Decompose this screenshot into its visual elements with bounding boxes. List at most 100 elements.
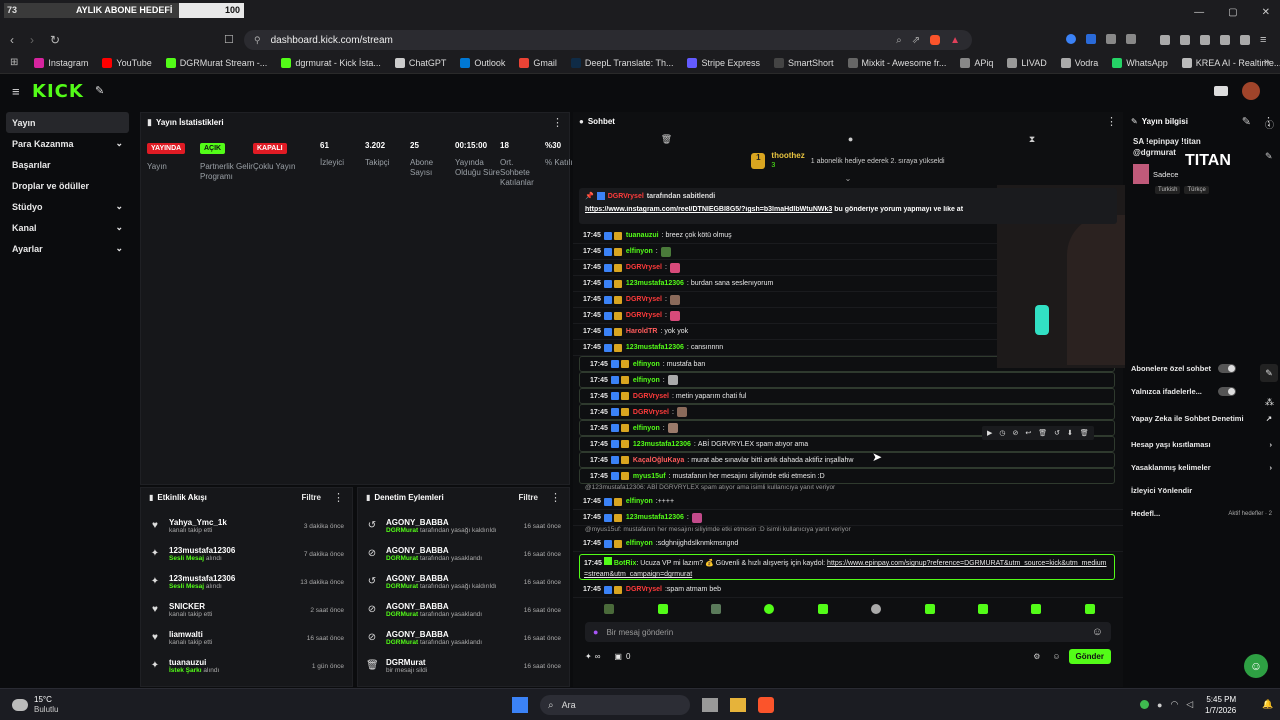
sidebar-item-label[interactable]: Ayarlar <box>12 244 43 254</box>
chevron-down-icon[interactable]: ⌄ <box>115 222 123 233</box>
slash-icon[interactable]: ⊘ <box>1013 429 1019 437</box>
chat-setting-item[interactable]: Yasaklanmış kelimeler › <box>1125 456 1280 479</box>
extension-icon[interactable] <box>1106 34 1116 44</box>
sidebar-item-label[interactable]: Yayın <box>12 118 36 128</box>
chat-setting-item[interactable]: Hesap yaşı kısıtlaması › <box>1125 433 1280 456</box>
clock[interactable]: 5:45 PM 1/7/2026 <box>1205 694 1236 716</box>
feed-user[interactable]: Yahya_Ymc_1k <box>169 518 227 527</box>
delete-icon[interactable]: 🗑 <box>1080 429 1089 437</box>
start-icon[interactable] <box>512 697 528 713</box>
media-icon[interactable] <box>1160 35 1170 45</box>
chat-setting-item[interactable]: Yapay Zeka ile Sohbet Denetimi ↗ <box>1125 403 1280 433</box>
bookmark-item[interactable]: WhatsApp <box>1112 57 1168 68</box>
sidebar-item[interactable]: Stüdyo ⌄ <box>0 196 135 217</box>
gift-user[interactable]: thoothez <box>771 151 804 161</box>
sidebar-item-label[interactable]: Para Kazanma <box>12 139 74 149</box>
tag[interactable]: Turkish <box>1155 186 1181 194</box>
sidebar-item-label[interactable]: Başarılar <box>12 160 51 170</box>
edit-icon[interactable]: ✎ <box>1265 151 1274 162</box>
notification-icon[interactable]: 🔔 <box>1262 699 1273 710</box>
leo-icon[interactable] <box>1220 35 1230 45</box>
nodes-icon[interactable]: ⁂ <box>1265 397 1274 408</box>
sidebar-item[interactable]: Droplar ve ödüller <box>0 175 135 196</box>
vpn-icon[interactable] <box>1240 35 1250 45</box>
emote-icon[interactable] <box>764 604 775 614</box>
message-user[interactable]: elfinyon <box>633 377 660 384</box>
feed-user[interactable]: liamwalti <box>169 630 212 639</box>
external-link-icon[interactable]: ↗ <box>1266 414 1272 423</box>
bookmark-label[interactable]: APiq <box>974 58 993 68</box>
extension-icon[interactable] <box>1086 34 1096 44</box>
wifi-icon[interactable]: ◠ <box>1170 699 1178 710</box>
maximize-button[interactable]: ▢ <box>1228 7 1237 18</box>
message-user[interactable]: DGRVrysel <box>626 296 662 303</box>
trash-icon[interactable]: 🗑 <box>1038 429 1047 437</box>
site-info-icon[interactable]: ⚲ <box>254 35 261 46</box>
apps-grid-icon[interactable]: ⊞ <box>10 57 18 68</box>
volume-icon[interactable]: ◁ <box>1186 699 1193 710</box>
sidebar-item[interactable]: Para Kazanma ⌄ <box>0 133 135 154</box>
more-icon[interactable]: ⋮ <box>333 491 344 504</box>
chat-setting-item[interactable]: Hedefl... Aktif hedefler · 2 <box>1125 502 1280 525</box>
rewards-icon[interactable]: ▲ <box>950 35 960 46</box>
bookmark-item[interactable]: Gmail <box>519 57 557 68</box>
wallet-icon[interactable] <box>1200 35 1210 45</box>
bookmark-item[interactable]: dgrmurat - Kick İsta... <box>281 57 381 68</box>
pin-tool-icon[interactable]: ✎ <box>95 84 104 97</box>
bookmark-item[interactable]: DGRMurat Stream -... <box>165 57 267 68</box>
feed-user[interactable]: AGONY_BABBA <box>386 518 497 527</box>
more-icon[interactable]: ⋮ <box>552 116 563 129</box>
pinned-link[interactable]: https://www.instagram.com/reel/DTNIEGBI8… <box>585 206 832 213</box>
more-icon[interactable]: ⋮ <box>1106 115 1117 128</box>
chat-setting-label[interactable]: Yasaklanmış kelimeler <box>1131 463 1211 472</box>
hourglass-icon[interactable]: ⧗ <box>1029 134 1035 145</box>
chevron-right-icon[interactable]: › <box>1270 440 1273 449</box>
reply-icon[interactable]: ↩ <box>1025 429 1031 437</box>
feed-user[interactable]: DGRMurat <box>386 658 427 667</box>
bookmark-item[interactable]: YouTube <box>102 57 152 68</box>
close-button[interactable]: ✕ <box>1262 7 1270 18</box>
message-user[interactable]: 123mustafa12306 <box>626 344 684 351</box>
feed-user[interactable]: SNICKER <box>169 602 212 611</box>
sidebar-item[interactable]: Yayın <box>6 112 129 133</box>
bookmark-label[interactable]: ChatGPT <box>409 58 447 68</box>
undo-icon[interactable]: ↺ <box>1054 429 1060 437</box>
message-user[interactable]: elfinyon <box>633 361 660 368</box>
extension-icon[interactable] <box>1066 34 1076 44</box>
chevron-down-icon[interactable]: ⌄ <box>115 201 123 212</box>
message-user[interactable]: 123mustafa12306 <box>626 280 684 287</box>
chat-setting-label[interactable]: Hesap yaşı kısıtlaması <box>1131 440 1211 449</box>
bookmark-item[interactable]: LIVAD <box>1007 57 1047 68</box>
chevron-right-icon[interactable]: › <box>1270 463 1273 472</box>
sidebar-item-label[interactable]: Stüdyo <box>12 202 43 212</box>
bookmark-label[interactable]: Gmail <box>533 58 557 68</box>
zoom-icon[interactable]: ⌕ <box>896 35 902 46</box>
chat-input[interactable]: ● Bir mesaj gönderin ☺ <box>585 622 1111 642</box>
emote-icon[interactable] <box>871 604 882 614</box>
sidebar-item[interactable]: Başarılar <box>0 154 135 175</box>
chat-setting-label[interactable]: Hedefl... <box>1131 509 1160 518</box>
message-user[interactable]: elfinyon <box>633 425 660 432</box>
trash-icon[interactable]: 🗑 <box>661 134 672 145</box>
wrench-icon[interactable]: ✎ <box>1260 364 1278 382</box>
feed-user[interactable]: AGONY_BABBA <box>386 574 497 583</box>
pin-icon[interactable]: ⬇ <box>1067 429 1073 437</box>
emote-icon[interactable] <box>977 604 988 614</box>
message-user[interactable]: HaroldTR <box>626 328 658 335</box>
reload-icon[interactable]: ↻ <box>50 33 60 47</box>
forward-icon[interactable]: › <box>30 33 34 47</box>
sidebar-icon[interactable] <box>1180 35 1190 45</box>
chat-setting-label[interactable]: İzleyici Yönlendir <box>1131 486 1192 495</box>
sidebar-item-label[interactable]: Droplar ve ödüller <box>12 181 89 191</box>
points-icon[interactable]: ✦ <box>585 652 592 661</box>
menu-icon[interactable]: ≡ <box>1260 34 1266 46</box>
play-icon[interactable]: ▶ <box>987 429 992 437</box>
emoji-icon[interactable]: ☺ <box>1092 626 1103 638</box>
message-user[interactable]: KaçalOğluKaya <box>633 457 684 464</box>
send-button[interactable]: Gönder <box>1068 648 1111 664</box>
message-user[interactable]: elfinyon <box>626 248 653 255</box>
status-icon[interactable] <box>1140 700 1149 709</box>
edit-icon[interactable]: ✎ <box>1242 115 1251 128</box>
inventory-icon[interactable]: ▣ <box>614 652 622 661</box>
chat-setting-item[interactable]: İzleyici Yönlendir <box>1125 479 1280 502</box>
